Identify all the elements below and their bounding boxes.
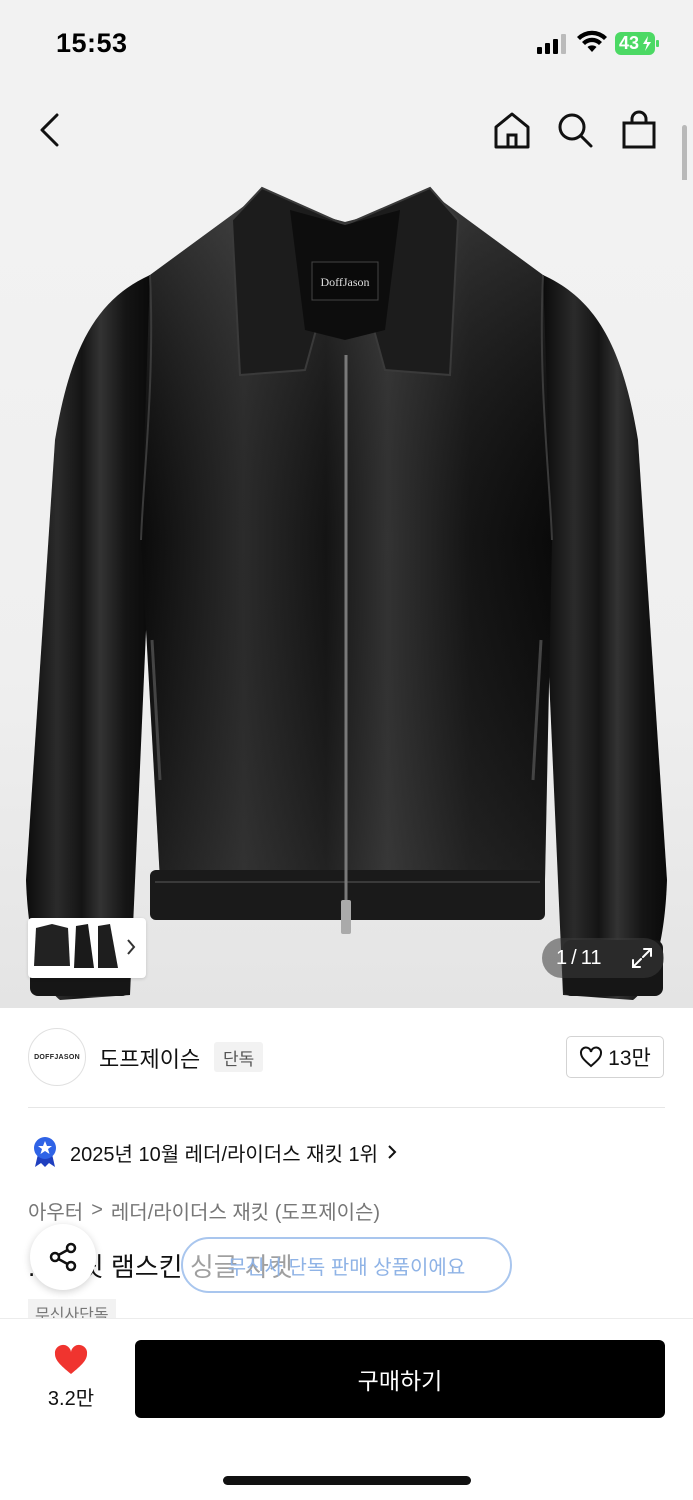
brand-like-count: 13만 — [608, 1047, 651, 1070]
breadcrumb-separator: > — [91, 1199, 103, 1221]
status-time: 15:53 — [56, 28, 128, 58]
ranking-text: 2025년 10월 레더/라이더스 재킷 1위 — [70, 1143, 379, 1166]
leather-jacket-image: DoffJason — [26, 186, 667, 1000]
image-separator: / — [571, 946, 577, 969]
share-icon — [49, 1242, 77, 1272]
home-icon — [494, 112, 530, 149]
heart-outline-icon — [580, 1046, 603, 1068]
brand-like-button[interactable]: 13만 — [566, 1036, 664, 1078]
cellular-signal-icon — [537, 34, 566, 54]
search-icon — [558, 113, 593, 148]
heart-filled-icon — [54, 1344, 88, 1374]
exclusive-toast: 무신사 단독 판매 상품이에요 — [181, 1237, 512, 1293]
top-navigation — [0, 90, 693, 180]
wifi-icon — [577, 30, 607, 52]
brand-logo[interactable]: DOFFJASON — [28, 1028, 86, 1086]
exclusive-badge: 단독 — [214, 1042, 264, 1072]
chevron-left-icon — [40, 113, 59, 147]
wish-button[interactable]: 3.2만 — [28, 1344, 114, 1411]
wish-count: 3.2만 — [47, 1388, 95, 1410]
back-button[interactable] — [26, 106, 74, 154]
search-button[interactable] — [551, 106, 599, 154]
brand-logo-text: DOFFJASON — [34, 1053, 80, 1061]
cart-button[interactable] — [615, 106, 663, 154]
buy-button[interactable]: 구매하기 — [135, 1340, 665, 1418]
ranking-link[interactable]: 2025년 10월 레더/라이더스 재킷 1위 — [32, 1136, 398, 1168]
battery-level: 43 — [619, 33, 640, 53]
home-indicator — [223, 1476, 471, 1485]
shopping-bag-icon — [622, 110, 656, 149]
brand-name[interactable]: 도프제이슨 — [99, 1042, 200, 1074]
expand-icon[interactable] — [630, 946, 654, 970]
image-counter: 1 / 11 — [542, 938, 664, 978]
thumbnail-strip[interactable] — [28, 918, 146, 978]
divider — [28, 1107, 665, 1108]
garment-label: DoffJason — [320, 275, 369, 289]
category-level1[interactable]: 아우터 — [28, 1196, 83, 1225]
home-button[interactable] — [488, 106, 536, 154]
image-total: 11 — [580, 946, 602, 969]
ranking-badge-icon — [34, 1137, 56, 1167]
share-button[interactable] — [30, 1224, 96, 1290]
category-breadcrumb: 아우터 > 레더/라이더스 재킷 (도프제이슨) — [28, 1196, 380, 1225]
thumbnail-images — [34, 924, 136, 968]
status-bar: 15:53 43 — [0, 0, 693, 90]
image-index: 1 — [556, 946, 568, 969]
product-image[interactable]: DoffJason — [0, 180, 693, 1008]
battery-icon: 43 — [615, 32, 659, 55]
category-level2[interactable]: 레더/라이더스 재킷 (도프제이슨) — [111, 1196, 380, 1225]
chevron-right-icon — [388, 1145, 397, 1159]
